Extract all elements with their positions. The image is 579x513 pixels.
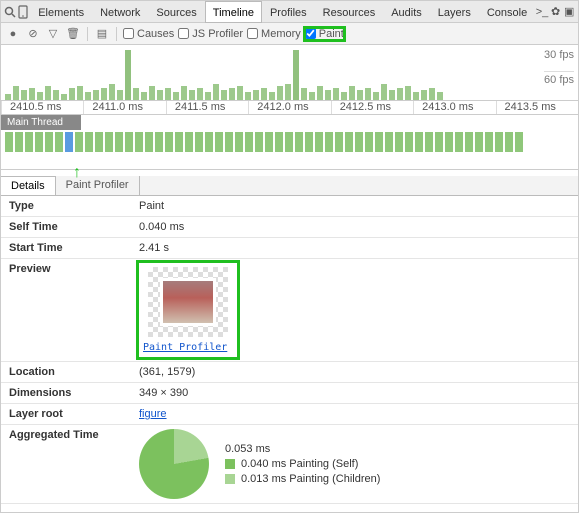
overview-panel[interactable]: 30 fps 60 fps 2410.5 ms 2411.0 ms 2411.5… (1, 45, 578, 115)
selection-arrow-icon: ↑ (73, 164, 578, 176)
tick: 2413.5 ms (496, 101, 578, 114)
causes-checkbox[interactable]: Causes (123, 28, 174, 40)
separator (87, 27, 88, 41)
clear-icon[interactable]: ⊘ (25, 26, 41, 42)
tick: 2411.5 ms (166, 101, 248, 114)
tab-layers[interactable]: Layers (430, 1, 479, 23)
tab-console[interactable]: Console (479, 1, 535, 23)
tab-network[interactable]: Network (92, 1, 148, 23)
tab-audits[interactable]: Audits (383, 1, 430, 23)
time-ticks: 2410.5 ms 2411.0 ms 2411.5 ms 2412.0 ms … (1, 100, 578, 114)
search-icon[interactable] (3, 3, 17, 21)
swatch-children (225, 474, 235, 484)
type-label: Type (1, 196, 131, 217)
tab-sources[interactable]: Sources (148, 1, 204, 23)
tab-details[interactable]: Details (1, 176, 56, 195)
tick: 2413.0 ms (413, 101, 495, 114)
layer-root-label: Layer root (1, 404, 131, 425)
dock-icon[interactable]: ▣ (562, 3, 576, 21)
separator (116, 27, 117, 41)
preview-label: Preview (1, 259, 131, 362)
record-icon[interactable]: ● (5, 26, 21, 42)
paint-checkbox[interactable]: Paint (305, 28, 344, 40)
drawer-icon[interactable]: >_ (535, 3, 549, 21)
agg-self: 0.040 ms Painting (Self) (225, 458, 380, 470)
agg-total: 0.053 ms (225, 443, 380, 455)
fps-30-label: 30 fps (544, 49, 574, 72)
main-thread-label: Main Thread (1, 115, 81, 130)
location-value: (361, 1579) (131, 362, 578, 383)
device-icon[interactable] (17, 3, 31, 21)
fps-60-label: 60 fps (544, 74, 574, 86)
details-table: TypePaint Self Time0.040 ms Start Time2.… (1, 196, 578, 504)
memory-label: Memory (261, 28, 301, 40)
js-profiler-checkbox[interactable]: JS Profiler (178, 28, 243, 40)
preview-box: Paint Profiler (139, 263, 237, 357)
tick: 2412.0 ms (248, 101, 330, 114)
aggregated-time-pie (139, 429, 209, 499)
aggregated-time-label: Aggregated Time (1, 425, 131, 504)
js-profiler-label: JS Profiler (192, 28, 243, 40)
aggregated-time-row: 0.053 ms 0.040 ms Painting (Self) 0.013 … (139, 429, 570, 499)
tab-elements[interactable]: Elements (30, 1, 92, 23)
start-time-value: 2.41 s (131, 238, 578, 259)
tick: 2412.5 ms (331, 101, 413, 114)
tab-timeline[interactable]: Timeline (205, 1, 262, 23)
gear-icon[interactable]: ✿ (549, 3, 563, 21)
filter-icon[interactable]: ▽ (45, 26, 61, 42)
tick: 2410.5 ms (1, 101, 83, 114)
tab-profiles[interactable]: Profiles (262, 1, 315, 23)
devtools-top-tabs: Elements Network Sources Timeline Profil… (1, 1, 578, 23)
gc-icon[interactable]: 🗑 (65, 26, 81, 42)
tab-paint-profiler[interactable]: Paint Profiler (56, 176, 140, 195)
paint-label: Paint (319, 28, 344, 40)
memory-checkbox[interactable]: Memory (247, 28, 301, 40)
preview-thumbnail (148, 267, 228, 337)
flamechart-icon[interactable]: ▤ (94, 26, 110, 42)
fps-labels: 30 fps 60 fps (544, 49, 574, 86)
agg-children: 0.013 ms Painting (Children) (225, 473, 380, 485)
timeline-toolbar: ● ⊘ ▽ 🗑 ▤ Causes JS Profiler Memory Pain… (1, 23, 578, 45)
dimensions-value: 349 × 390 (131, 383, 578, 404)
tick: 2411.0 ms (83, 101, 165, 114)
self-time-value: 0.040 ms (131, 217, 578, 238)
start-time-label: Start Time (1, 238, 131, 259)
paint-profiler-link[interactable]: Paint Profiler (143, 342, 227, 353)
overview-bars (1, 50, 548, 100)
tab-resources[interactable]: Resources (315, 1, 384, 23)
type-value: Paint (131, 196, 578, 217)
location-label: Location (1, 362, 131, 383)
self-time-label: Self Time (1, 217, 131, 238)
swatch-self (225, 459, 235, 469)
causes-label: Causes (137, 28, 174, 40)
details-sub-tabs: Details Paint Profiler (1, 176, 578, 196)
layer-root-link[interactable]: figure (139, 408, 167, 420)
dimensions-label: Dimensions (1, 383, 131, 404)
